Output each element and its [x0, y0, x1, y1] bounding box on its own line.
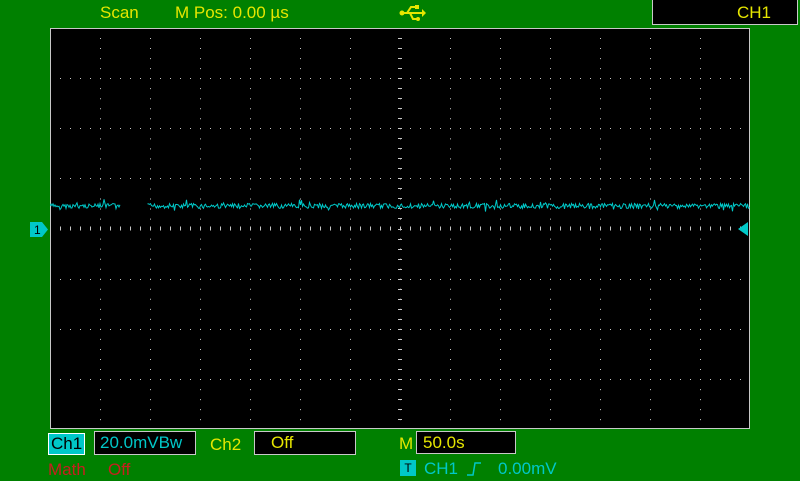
trigger-level-marker: [738, 222, 748, 236]
timebase-label: M: [399, 434, 414, 453]
math-label: Math: [48, 460, 86, 479]
math-state: Off: [108, 460, 131, 479]
ch2-button[interactable]: Ch2: [210, 434, 241, 456]
ch1-scale-readout: 20.0mVBw: [94, 431, 196, 455]
usb-icon: [399, 5, 426, 21]
trigger-level-readout: 0.00mV: [498, 459, 557, 478]
ch1-button[interactable]: Ch1: [48, 433, 86, 455]
ch1-trace-segment-1: [50, 199, 121, 211]
trigger-source-display: CH1: [652, 0, 798, 25]
horizontal-position: M Pos: 0.00 µs: [175, 3, 289, 22]
trigger-icon: T: [400, 460, 416, 476]
ch1-waveform: [50, 199, 750, 212]
timebase-readout: 50.0s: [416, 431, 516, 454]
trigger-source-text: CH1: [736, 3, 771, 22]
trigger-source-readout: CH1: [424, 459, 459, 478]
waveform-display: [50, 28, 750, 429]
acquisition-mode: Scan: [100, 3, 139, 22]
ch2-state-readout: Off: [254, 431, 356, 455]
rising-edge-icon: [467, 462, 481, 476]
ch1-offset-marker: 1: [30, 222, 48, 237]
ch1-trace-segment-2: [147, 199, 750, 212]
ch1-marker-text: 1: [34, 223, 41, 237]
